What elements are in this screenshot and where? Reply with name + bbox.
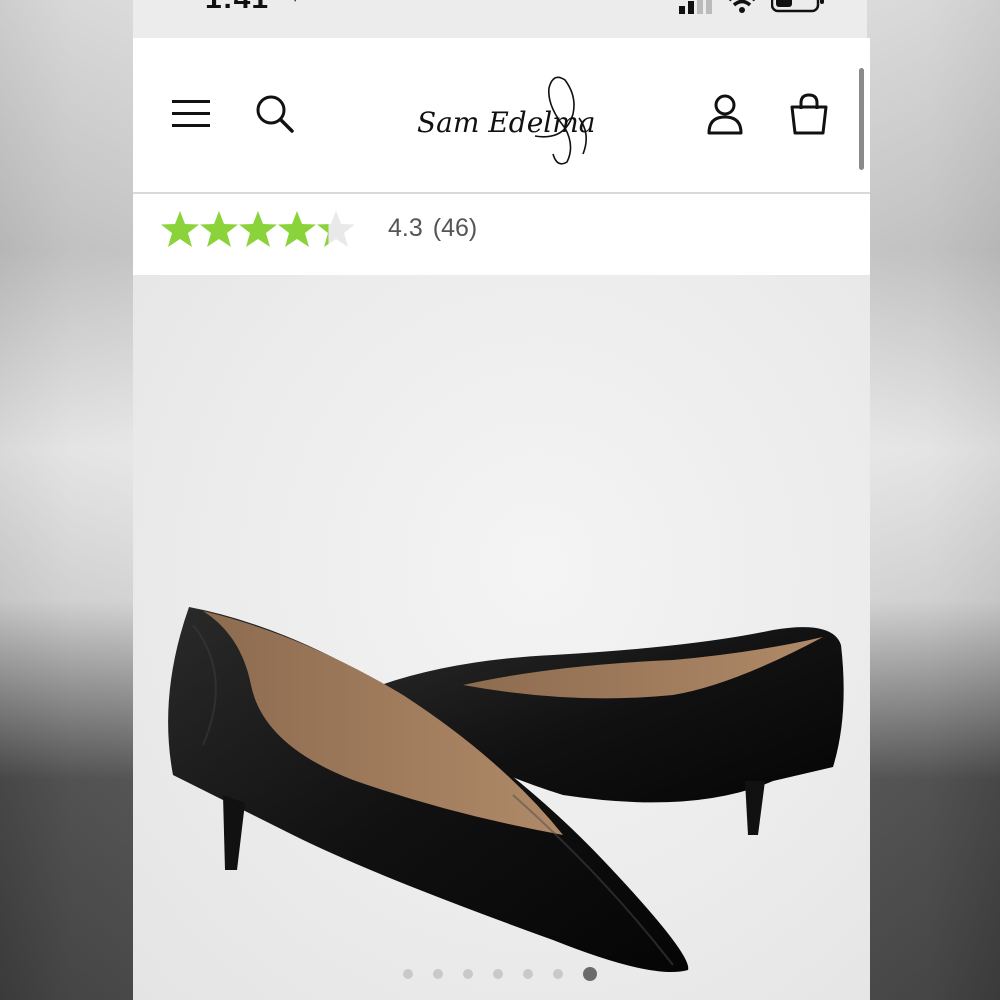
shopping-bag-icon <box>790 93 828 135</box>
wifi-icon <box>729 0 755 13</box>
product-photo-black-pumps <box>168 607 844 972</box>
location-arrow-icon <box>294 0 296 2</box>
pagination-dot-6[interactable] <box>553 969 563 979</box>
pagination-dot-2[interactable] <box>433 969 443 979</box>
shopping-bag-button[interactable] <box>785 90 833 138</box>
battery-icon <box>771 0 824 13</box>
background-blur-left <box>0 0 133 1000</box>
product-image[interactable] <box>133 275 870 1000</box>
status-bar: 1:41 <box>205 0 825 18</box>
search-icon <box>256 95 294 133</box>
account-button[interactable] <box>701 90 749 138</box>
review-count[interactable]: (46) <box>433 214 477 242</box>
scrollbar[interactable] <box>859 68 864 170</box>
image-pagination <box>403 967 597 981</box>
site-header: Sam Edelman <box>133 38 870 194</box>
star-icon-1 <box>161 211 199 247</box>
brand-logo[interactable]: Sam Edelman <box>415 66 614 166</box>
status-time: 1:41 <box>205 0 269 16</box>
pagination-dot-3[interactable] <box>463 969 473 979</box>
star-rating-graphic <box>161 211 355 247</box>
star-icon-4 <box>278 211 316 247</box>
rating-summary: 4.3 (46) <box>388 214 477 243</box>
phone-screen: Sam Edelman 4.3 (46) <box>133 38 870 1000</box>
star-rating <box>161 208 361 250</box>
menu-button[interactable] <box>167 90 215 138</box>
account-icon <box>707 94 743 135</box>
background-blur-right <box>867 0 1000 1000</box>
pagination-dot-5[interactable] <box>523 969 533 979</box>
product-rating[interactable]: 4.3 (46) <box>133 194 870 274</box>
search-button[interactable] <box>251 90 299 138</box>
star-icon-2 <box>200 211 238 247</box>
brand-logo-signature: Sam Edelman <box>417 76 614 165</box>
rating-value: 4.3 <box>388 214 423 242</box>
star-icon-3 <box>239 211 277 247</box>
star-icon-5-partial <box>317 211 355 247</box>
menu-icon <box>172 100 210 127</box>
pagination-dot-4[interactable] <box>493 969 503 979</box>
pagination-dot-7-active[interactable] <box>583 967 597 981</box>
cellular-signal-icon <box>679 0 712 14</box>
pagination-dot-1[interactable] <box>403 969 413 979</box>
